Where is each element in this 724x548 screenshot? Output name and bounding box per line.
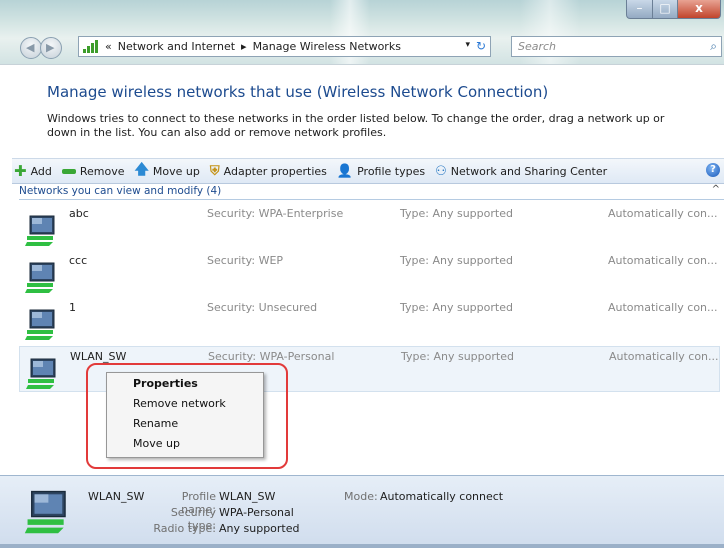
remove-label: Remove [79,164,125,178]
network-name: 1 [69,301,76,314]
network-icon [83,40,101,53]
network-security: Security: Unsecured [207,301,318,314]
wireless-network-icon [25,215,55,246]
network-sharing-center-label: Network and Sharing Center [450,164,608,178]
wireless-network-icon [24,490,66,534]
user-icon: 👤 [336,163,354,179]
refresh-icon[interactable]: ↻ [476,39,486,53]
group-header[interactable]: Networks you can view and modify (4) ^ [19,184,724,200]
security-type-value: WPA-Personal [219,506,294,519]
command-toolbar: ✚ Add Remove 🡅 Move up ⛨ Adapter propert… [12,158,724,184]
shield-icon: ⛨ [209,163,220,179]
adapter-properties-button[interactable]: ⛨ Adapter properties [210,164,327,179]
details-pane: WLAN_SW Profile name: WLAN_SW Security t… [0,475,724,548]
mode-value: Automatically connect [380,490,504,503]
annotation-highlight [86,363,288,469]
network-mode: Automatically con... [608,254,718,267]
details-network-name: WLAN_SW [88,490,145,503]
list-item[interactable]: ccc Security: WEP Type: Any supported Au… [19,251,720,297]
breadcrumb-separator-icon[interactable]: ▸ [241,40,247,53]
window-frame-bottom [0,544,724,548]
network-security: Security: WEP [207,254,284,267]
network-type: Type: Any supported [400,207,513,220]
network-sharing-center-button[interactable]: ⚇ Network and Sharing Center [435,164,607,179]
wireless-network-icon [25,262,55,293]
search-placeholder: Search [518,40,557,53]
add-icon: ✚ [14,162,27,180]
profile-types-button[interactable]: 👤 Profile types [337,164,425,179]
network-type: Type: Any supported [401,350,514,363]
collapse-caret-icon[interactable]: ^ [712,184,720,195]
breadcrumb-network-and-internet[interactable]: Network and Internet [118,40,235,53]
forward-arrow-icon: ▶ [46,41,55,54]
profile-types-label: Profile types [357,164,426,178]
radio-type-value: Any supported [219,522,300,535]
group-label: Networks you can view and modify (4) [19,185,222,197]
add-button[interactable]: ✚ Add [14,162,52,180]
network-mode: Automatically con... [608,301,718,314]
network-name: ccc [69,254,88,267]
arrow-up-icon: 🡅 [134,162,149,178]
move-up-label: Move up [152,164,200,178]
help-icon[interactable]: ? [706,163,720,177]
network-name: abc [69,207,89,220]
list-item[interactable]: 1 Security: Unsecured Type: Any supporte… [19,298,720,344]
close-button[interactable]: x [677,0,721,19]
network-mode: Automatically con... [609,350,719,363]
remove-button[interactable]: Remove [61,164,125,178]
manage-wireless-networks-window: – □ x ◀ ▶ « Network and Internet ▸ Manag… [0,0,724,548]
network-security: Security: WPA-Personal [208,350,335,363]
breadcrumb: « Network and Internet ▸ Manage Wireless… [105,40,401,53]
search-input[interactable]: Search ⌕ [511,36,722,57]
title-bar: – □ x ◀ ▶ « Network and Internet ▸ Manag… [0,0,724,64]
main-content: Manage wireless networks that use (Wirel… [0,64,724,548]
mode-label: Mode: [344,490,378,503]
page-description: Windows tries to connect to these networ… [47,112,665,139]
network-name: WLAN_SW [70,350,127,363]
address-dropdown-icon[interactable]: ▾ [465,40,470,50]
add-label: Add [30,164,52,178]
adapter-properties-label: Adapter properties [223,164,327,178]
forward-button[interactable]: ▶ [40,37,62,59]
address-bar[interactable]: « Network and Internet ▸ Manage Wireless… [78,36,491,57]
move-up-button[interactable]: 🡅 Move up [135,159,200,183]
back-arrow-icon: ◀ [26,41,35,54]
page-title: Manage wireless networks that use (Wirel… [47,83,549,101]
network-type: Type: Any supported [400,254,513,267]
radio-type-label: Radio type: [153,522,216,535]
wireless-network-icon [26,358,56,389]
profile-name-value: WLAN_SW [219,490,276,503]
network-security: Security: WPA-Enterprise [207,207,344,220]
search-icon[interactable]: ⌕ [710,39,717,54]
breadcrumb-manage-wireless-networks[interactable]: Manage Wireless Networks [253,40,401,53]
network-type: Type: Any supported [400,301,513,314]
minimize-button[interactable]: – [626,0,653,19]
remove-icon [61,168,76,174]
network-center-icon: ⚇ [435,163,447,179]
network-mode: Automatically con... [608,207,718,220]
list-item[interactable]: abc Security: WPA-Enterprise Type: Any s… [19,204,720,250]
maximize-button[interactable]: □ [652,0,678,19]
wireless-network-icon [25,309,55,340]
breadcrumb-overflow[interactable]: « [105,40,112,53]
back-button[interactable]: ◀ [20,37,42,59]
